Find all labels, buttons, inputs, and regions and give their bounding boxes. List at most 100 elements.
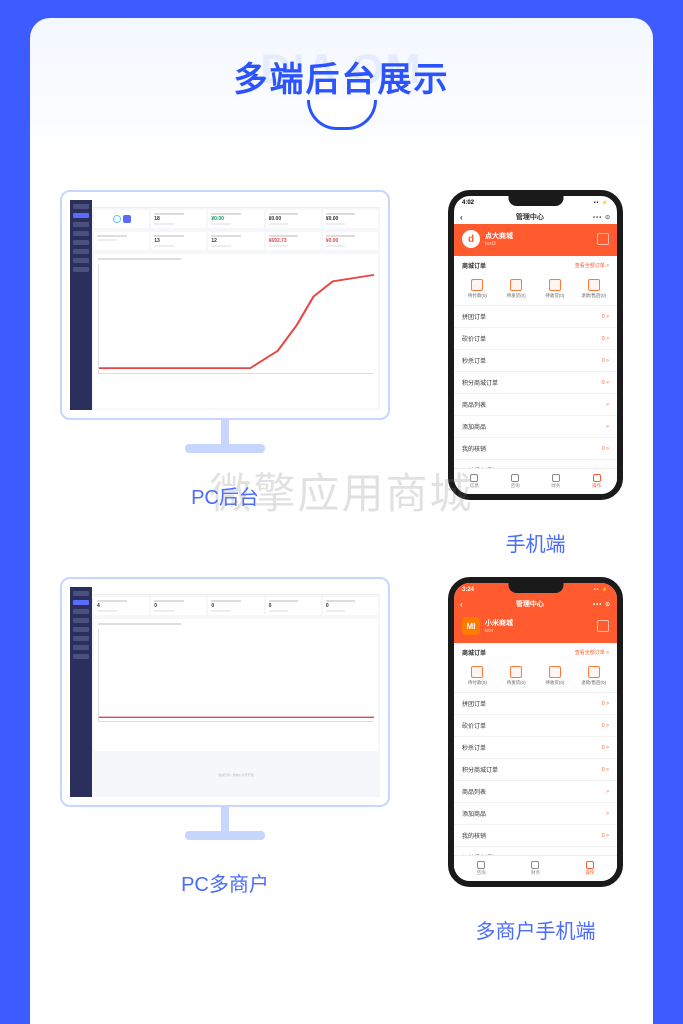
menu-value: 0 > — [602, 745, 609, 751]
stat-card: 12 — [208, 232, 263, 250]
menu-item[interactable]: 商品列表> — [454, 394, 617, 416]
menu-value: > — [606, 402, 609, 408]
order-tab-icon — [588, 279, 600, 291]
stat-value: ¥0.00 — [211, 216, 260, 222]
order-tab-icon — [510, 279, 522, 291]
back-icon[interactable]: ‹ — [460, 213, 463, 222]
stat-card: 0 — [151, 597, 206, 615]
order-tab[interactable]: 待付款(0) — [458, 666, 497, 686]
menu-label: 拼团订单 — [462, 699, 602, 708]
menu-item[interactable]: 积分商城订单0 > — [454, 759, 617, 781]
shop-sub: test — [485, 628, 592, 634]
sidebar-item[interactable] — [73, 222, 89, 227]
sidebar-item[interactable] — [73, 258, 89, 263]
tab-信息[interactable]: 信息 — [454, 469, 495, 494]
tab-操作[interactable]: 操作 — [563, 856, 617, 881]
pc-footer-text: 微信扫码 | 微信公众号开发 — [92, 753, 380, 797]
menu-item[interactable]: 积分商城订单0 > — [454, 372, 617, 394]
sidebar-item[interactable] — [73, 618, 89, 623]
sidebar-item[interactable] — [73, 267, 89, 272]
tab-icon — [593, 474, 601, 482]
menu-item[interactable]: 拼团订单0 > — [454, 306, 617, 328]
sidebar-item[interactable] — [73, 600, 89, 605]
tab-咨询[interactable]: 咨询 — [495, 469, 536, 494]
sidebar-item[interactable] — [73, 609, 89, 614]
stat-card: ¥0.00 — [266, 210, 321, 228]
nav-title: 管理中心 — [467, 599, 593, 609]
menu-item[interactable]: 秒杀订单0 > — [454, 350, 617, 372]
sidebar-item[interactable] — [73, 231, 89, 236]
menu-label: 商品列表 — [462, 400, 606, 409]
sidebar-item[interactable] — [73, 654, 89, 659]
shop-sub: test3 — [485, 241, 592, 247]
menu-item[interactable]: 秒杀订单0 > — [454, 737, 617, 759]
menu-item[interactable]: 砍价订单0 > — [454, 715, 617, 737]
sidebar-item[interactable] — [73, 240, 89, 245]
menu-label: 我的核销 — [462, 831, 602, 840]
scan-icon[interactable] — [597, 233, 609, 245]
tab-财务[interactable]: 财务 — [508, 856, 562, 881]
order-tab-label: 待付款(0) — [468, 293, 487, 299]
stat-value: ¥0.00 — [326, 238, 375, 244]
sidebar-item[interactable] — [73, 645, 89, 650]
sidebar-item[interactable] — [73, 627, 89, 632]
order-tab-label: 待收货(0) — [545, 293, 564, 299]
stat-value: ¥692.73 — [269, 238, 318, 244]
logo-icon — [113, 215, 121, 223]
stat-value: 0 — [154, 603, 203, 609]
sidebar-item[interactable] — [73, 636, 89, 641]
menu-item[interactable]: 添加商品> — [454, 416, 617, 438]
order-tab[interactable]: 待发货(0) — [497, 666, 536, 686]
tab-操作[interactable]: 操作 — [576, 469, 617, 494]
menu-item[interactable]: 我的核销0 > — [454, 438, 617, 460]
nav-more-icon[interactable]: ••• ⊙ — [593, 601, 611, 608]
order-tab[interactable]: 待收货(0) — [536, 279, 575, 299]
order-tab-icon — [471, 279, 483, 291]
tab-icon — [477, 861, 485, 869]
stat-card: 18 — [151, 210, 206, 228]
title-notch-icon — [307, 100, 377, 130]
menu-value: 0 > — [602, 380, 609, 386]
view-all-link[interactable]: 查看全部订单 > — [575, 649, 609, 656]
scan-icon[interactable] — [597, 620, 609, 632]
tab-icon — [470, 474, 478, 482]
menu-item[interactable]: 添加商品> — [454, 803, 617, 825]
tab-咨询[interactable]: 咨询 — [454, 856, 508, 881]
nav-more-icon[interactable]: ••• ⊙ — [593, 214, 611, 221]
order-tab[interactable]: 待发货(0) — [497, 279, 536, 299]
menu-item[interactable]: 拼团订单0 > — [454, 693, 617, 715]
sidebar-item[interactable] — [73, 204, 89, 209]
sidebar-item[interactable] — [73, 591, 89, 596]
order-tab[interactable]: 退款/售后(0) — [574, 666, 613, 686]
order-tab-label: 待发货(0) — [507, 680, 526, 686]
title: DIA OM 多端后台展示 — [50, 48, 633, 130]
tab-label: 咨询 — [511, 483, 520, 489]
order-tab[interactable]: 退款/售后(0) — [574, 279, 613, 299]
status-icons: •• ⚡ — [594, 200, 609, 206]
stat-card — [94, 210, 149, 228]
order-tab-icon — [510, 666, 522, 678]
pc-caption: PC后台 — [191, 481, 259, 510]
sidebar-item[interactable] — [73, 213, 89, 218]
stat-card: 13 — [151, 232, 206, 250]
view-all-link[interactable]: 查看全部订单 > — [575, 262, 609, 269]
tab-财务[interactable]: 财务 — [536, 469, 577, 494]
phone-notch — [508, 583, 563, 593]
stat-card: 0 — [323, 597, 378, 615]
stat-value: 0 — [211, 603, 260, 609]
menu-item[interactable]: 砍价订单0 > — [454, 328, 617, 350]
order-tab[interactable]: 待收货(0) — [536, 666, 575, 686]
shop-name: 点大商城 — [485, 231, 592, 241]
menu-item[interactable]: 商品列表> — [454, 781, 617, 803]
menu-item[interactable]: 我的核销0 > — [454, 825, 617, 847]
pc-topbar — [92, 200, 380, 208]
stat-value: 0 — [269, 603, 318, 609]
order-header: 商城订单查看全部订单 > — [454, 643, 617, 662]
back-icon[interactable]: ‹ — [460, 600, 463, 609]
stat-value: 13 — [154, 238, 203, 244]
tab-icon — [552, 474, 560, 482]
logo-icon — [123, 215, 131, 223]
order-tab[interactable]: 待付款(0) — [458, 279, 497, 299]
sidebar-item[interactable] — [73, 249, 89, 254]
tab-label: 操作 — [585, 870, 594, 876]
